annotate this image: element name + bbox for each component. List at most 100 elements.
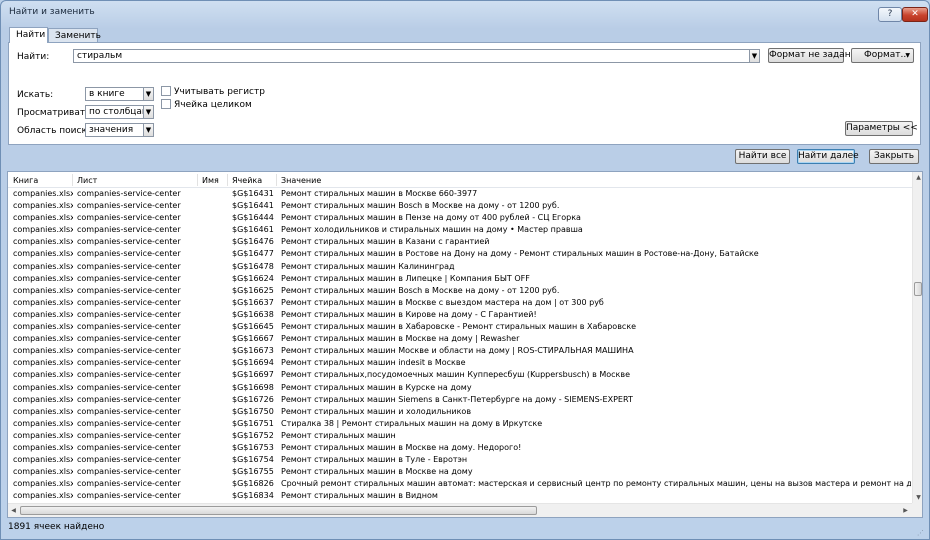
cell-value: Срочный ремонт стиральных машин автомат:… bbox=[281, 479, 911, 489]
cell-address: $G$16476 bbox=[232, 237, 274, 247]
chevron-down-icon[interactable]: ▼ bbox=[749, 49, 760, 63]
column-header-cell[interactable]: Ячейка bbox=[232, 176, 262, 185]
cell-sheet: companies-service-center bbox=[77, 382, 181, 392]
match-entire-label: Ячейка целиком bbox=[174, 100, 252, 110]
chevron-down-icon[interactable]: ▼ bbox=[143, 87, 154, 101]
column-divider[interactable] bbox=[197, 174, 198, 186]
cell-book: companies.xlsx bbox=[13, 237, 73, 247]
cell-address: $G$16461 bbox=[232, 225, 274, 235]
table-row[interactable]: companies.xlsx companies-service-center $G… bbox=[8, 248, 912, 260]
title-bar[interactable]: Найти и заменить ? ✕ bbox=[1, 1, 929, 23]
cell-address: $G$16694 bbox=[232, 358, 274, 368]
table-row[interactable]: companies.xlsx companies-service-center $G… bbox=[8, 297, 912, 309]
table-row[interactable]: companies.xlsx companies-service-center $G… bbox=[8, 212, 912, 224]
table-row[interactable]: companies.xlsx companies-service-center $G… bbox=[8, 345, 912, 357]
close-window-button[interactable]: ✕ bbox=[902, 7, 928, 22]
results-list[interactable]: Книга Лист Имя Ячейка Значение companies… bbox=[7, 171, 923, 518]
cell-sheet: companies-service-center bbox=[77, 430, 181, 440]
column-header-name[interactable]: Имя bbox=[202, 176, 219, 185]
match-case-checkbox[interactable] bbox=[161, 86, 171, 96]
table-row[interactable]: companies.xlsx companies-service-center $G… bbox=[8, 224, 912, 236]
cell-value: Ремонт стиральных машин в Москве на дому… bbox=[281, 334, 520, 344]
cell-address: $G$16637 bbox=[232, 297, 274, 307]
cell-book: companies.xlsx bbox=[13, 358, 73, 368]
cell-value: Ремонт стиральных машин Bosch в Москве н… bbox=[281, 201, 560, 211]
match-entire-checkbox[interactable] bbox=[161, 99, 171, 109]
help-button[interactable]: ? bbox=[878, 7, 902, 22]
find-panel: Найти: стиральм ▼ Формат не задан Формат… bbox=[8, 42, 921, 145]
table-row[interactable]: companies.xlsx companies-service-center $G… bbox=[8, 454, 912, 466]
column-divider[interactable] bbox=[276, 174, 277, 186]
table-row[interactable]: companies.xlsx companies-service-center $G… bbox=[8, 430, 912, 442]
table-row[interactable]: companies.xlsx companies-service-center $G… bbox=[8, 490, 912, 502]
table-row[interactable]: companies.xlsx companies-service-center $G… bbox=[8, 357, 912, 369]
find-all-button[interactable]: Найти все bbox=[735, 149, 790, 164]
cell-book: companies.xlsx bbox=[13, 273, 73, 283]
arrow-down-icon[interactable]: ▼ bbox=[913, 492, 922, 503]
table-row[interactable]: companies.xlsx companies-service-center $G… bbox=[8, 261, 912, 273]
cell-book: companies.xlsx bbox=[13, 442, 73, 452]
chevron-down-icon[interactable]: ▼ bbox=[143, 105, 154, 119]
table-row[interactable]: companies.xlsx companies-service-center $G… bbox=[8, 478, 912, 490]
look-in-select[interactable]: значения bbox=[85, 123, 145, 137]
cell-address: $G$16638 bbox=[232, 309, 274, 319]
format-button[interactable]: Формат... ▼ bbox=[851, 48, 914, 63]
cell-sheet: companies-service-center bbox=[77, 442, 181, 452]
cell-address: $G$16673 bbox=[232, 346, 274, 356]
find-label: Найти: bbox=[17, 52, 50, 62]
chevron-down-icon[interactable]: ▼ bbox=[143, 123, 154, 137]
column-divider[interactable] bbox=[72, 174, 73, 186]
search-order-select[interactable]: по столбцам bbox=[85, 105, 145, 119]
within-label: Искать: bbox=[17, 90, 54, 100]
table-row[interactable]: companies.xlsx companies-service-center $G… bbox=[8, 321, 912, 333]
column-header-book[interactable]: Книга bbox=[13, 176, 38, 185]
window-title: Найти и заменить bbox=[9, 7, 95, 17]
table-row[interactable]: companies.xlsx companies-service-center $G… bbox=[8, 466, 912, 478]
find-input[interactable]: стиральм bbox=[73, 49, 752, 63]
cell-book: companies.xlsx bbox=[13, 382, 73, 392]
table-row[interactable]: companies.xlsx companies-service-center $G… bbox=[8, 200, 912, 212]
column-divider[interactable] bbox=[227, 174, 228, 186]
table-row[interactable]: companies.xlsx companies-service-center $G… bbox=[8, 369, 912, 381]
close-button[interactable]: Закрыть bbox=[869, 149, 919, 164]
horizontal-scroll-thumb[interactable] bbox=[20, 506, 537, 515]
table-row[interactable]: companies.xlsx companies-service-center $G… bbox=[8, 442, 912, 454]
table-row[interactable]: companies.xlsx companies-service-center $G… bbox=[8, 406, 912, 418]
format-status-button[interactable]: Формат не задан bbox=[768, 48, 851, 63]
cell-sheet: companies-service-center bbox=[77, 467, 181, 477]
table-row[interactable]: companies.xlsx companies-service-center $G… bbox=[8, 394, 912, 406]
column-header-value[interactable]: Значение bbox=[281, 176, 321, 185]
cell-sheet: companies-service-center bbox=[77, 213, 181, 223]
horizontal-scrollbar[interactable]: ◀ ▶ bbox=[8, 503, 912, 517]
within-select[interactable]: в книге bbox=[85, 87, 145, 101]
cell-sheet: companies-service-center bbox=[77, 479, 181, 489]
table-row[interactable]: companies.xlsx companies-service-center $G… bbox=[8, 382, 912, 394]
cell-address: $G$16624 bbox=[232, 273, 274, 283]
tab-replace[interactable]: Заменить bbox=[48, 28, 101, 43]
arrow-left-icon[interactable]: ◀ bbox=[8, 504, 19, 517]
cell-address: $G$16667 bbox=[232, 334, 274, 344]
table-row[interactable]: companies.xlsx companies-service-center $G… bbox=[8, 309, 912, 321]
table-row[interactable]: companies.xlsx companies-service-center $G… bbox=[8, 285, 912, 297]
cell-sheet: companies-service-center bbox=[77, 358, 181, 368]
table-row[interactable]: companies.xlsx companies-service-center $G… bbox=[8, 273, 912, 285]
table-row[interactable]: companies.xlsx companies-service-center $G… bbox=[8, 418, 912, 430]
cell-sheet: companies-service-center bbox=[77, 346, 181, 356]
find-next-button[interactable]: Найти далее bbox=[797, 149, 859, 164]
vertical-scrollbar[interactable]: ▲ ▼ bbox=[912, 172, 922, 503]
options-button[interactable]: Параметры << bbox=[845, 121, 918, 136]
arrow-up-icon[interactable]: ▲ bbox=[913, 172, 922, 183]
cell-book: companies.xlsx bbox=[13, 189, 73, 198]
resize-grip-icon[interactable]: ⋰ bbox=[917, 529, 927, 539]
column-header-sheet[interactable]: Лист bbox=[77, 176, 97, 185]
arrow-right-icon[interactable]: ▶ bbox=[900, 504, 911, 517]
table-row[interactable]: companies.xlsx companies-service-center $G… bbox=[8, 236, 912, 248]
table-row[interactable]: companies.xlsx companies-service-center $G… bbox=[8, 333, 912, 345]
table-row[interactable]: companies.xlsx companies-service-center $G… bbox=[8, 188, 912, 200]
chevron-down-icon: ▼ bbox=[905, 52, 910, 59]
tab-find[interactable]: Найти bbox=[9, 27, 48, 43]
cell-book: companies.xlsx bbox=[13, 334, 73, 344]
vertical-scroll-thumb[interactable] bbox=[914, 282, 922, 296]
cell-book: companies.xlsx bbox=[13, 309, 73, 319]
cell-address: $G$16834 bbox=[232, 491, 274, 501]
